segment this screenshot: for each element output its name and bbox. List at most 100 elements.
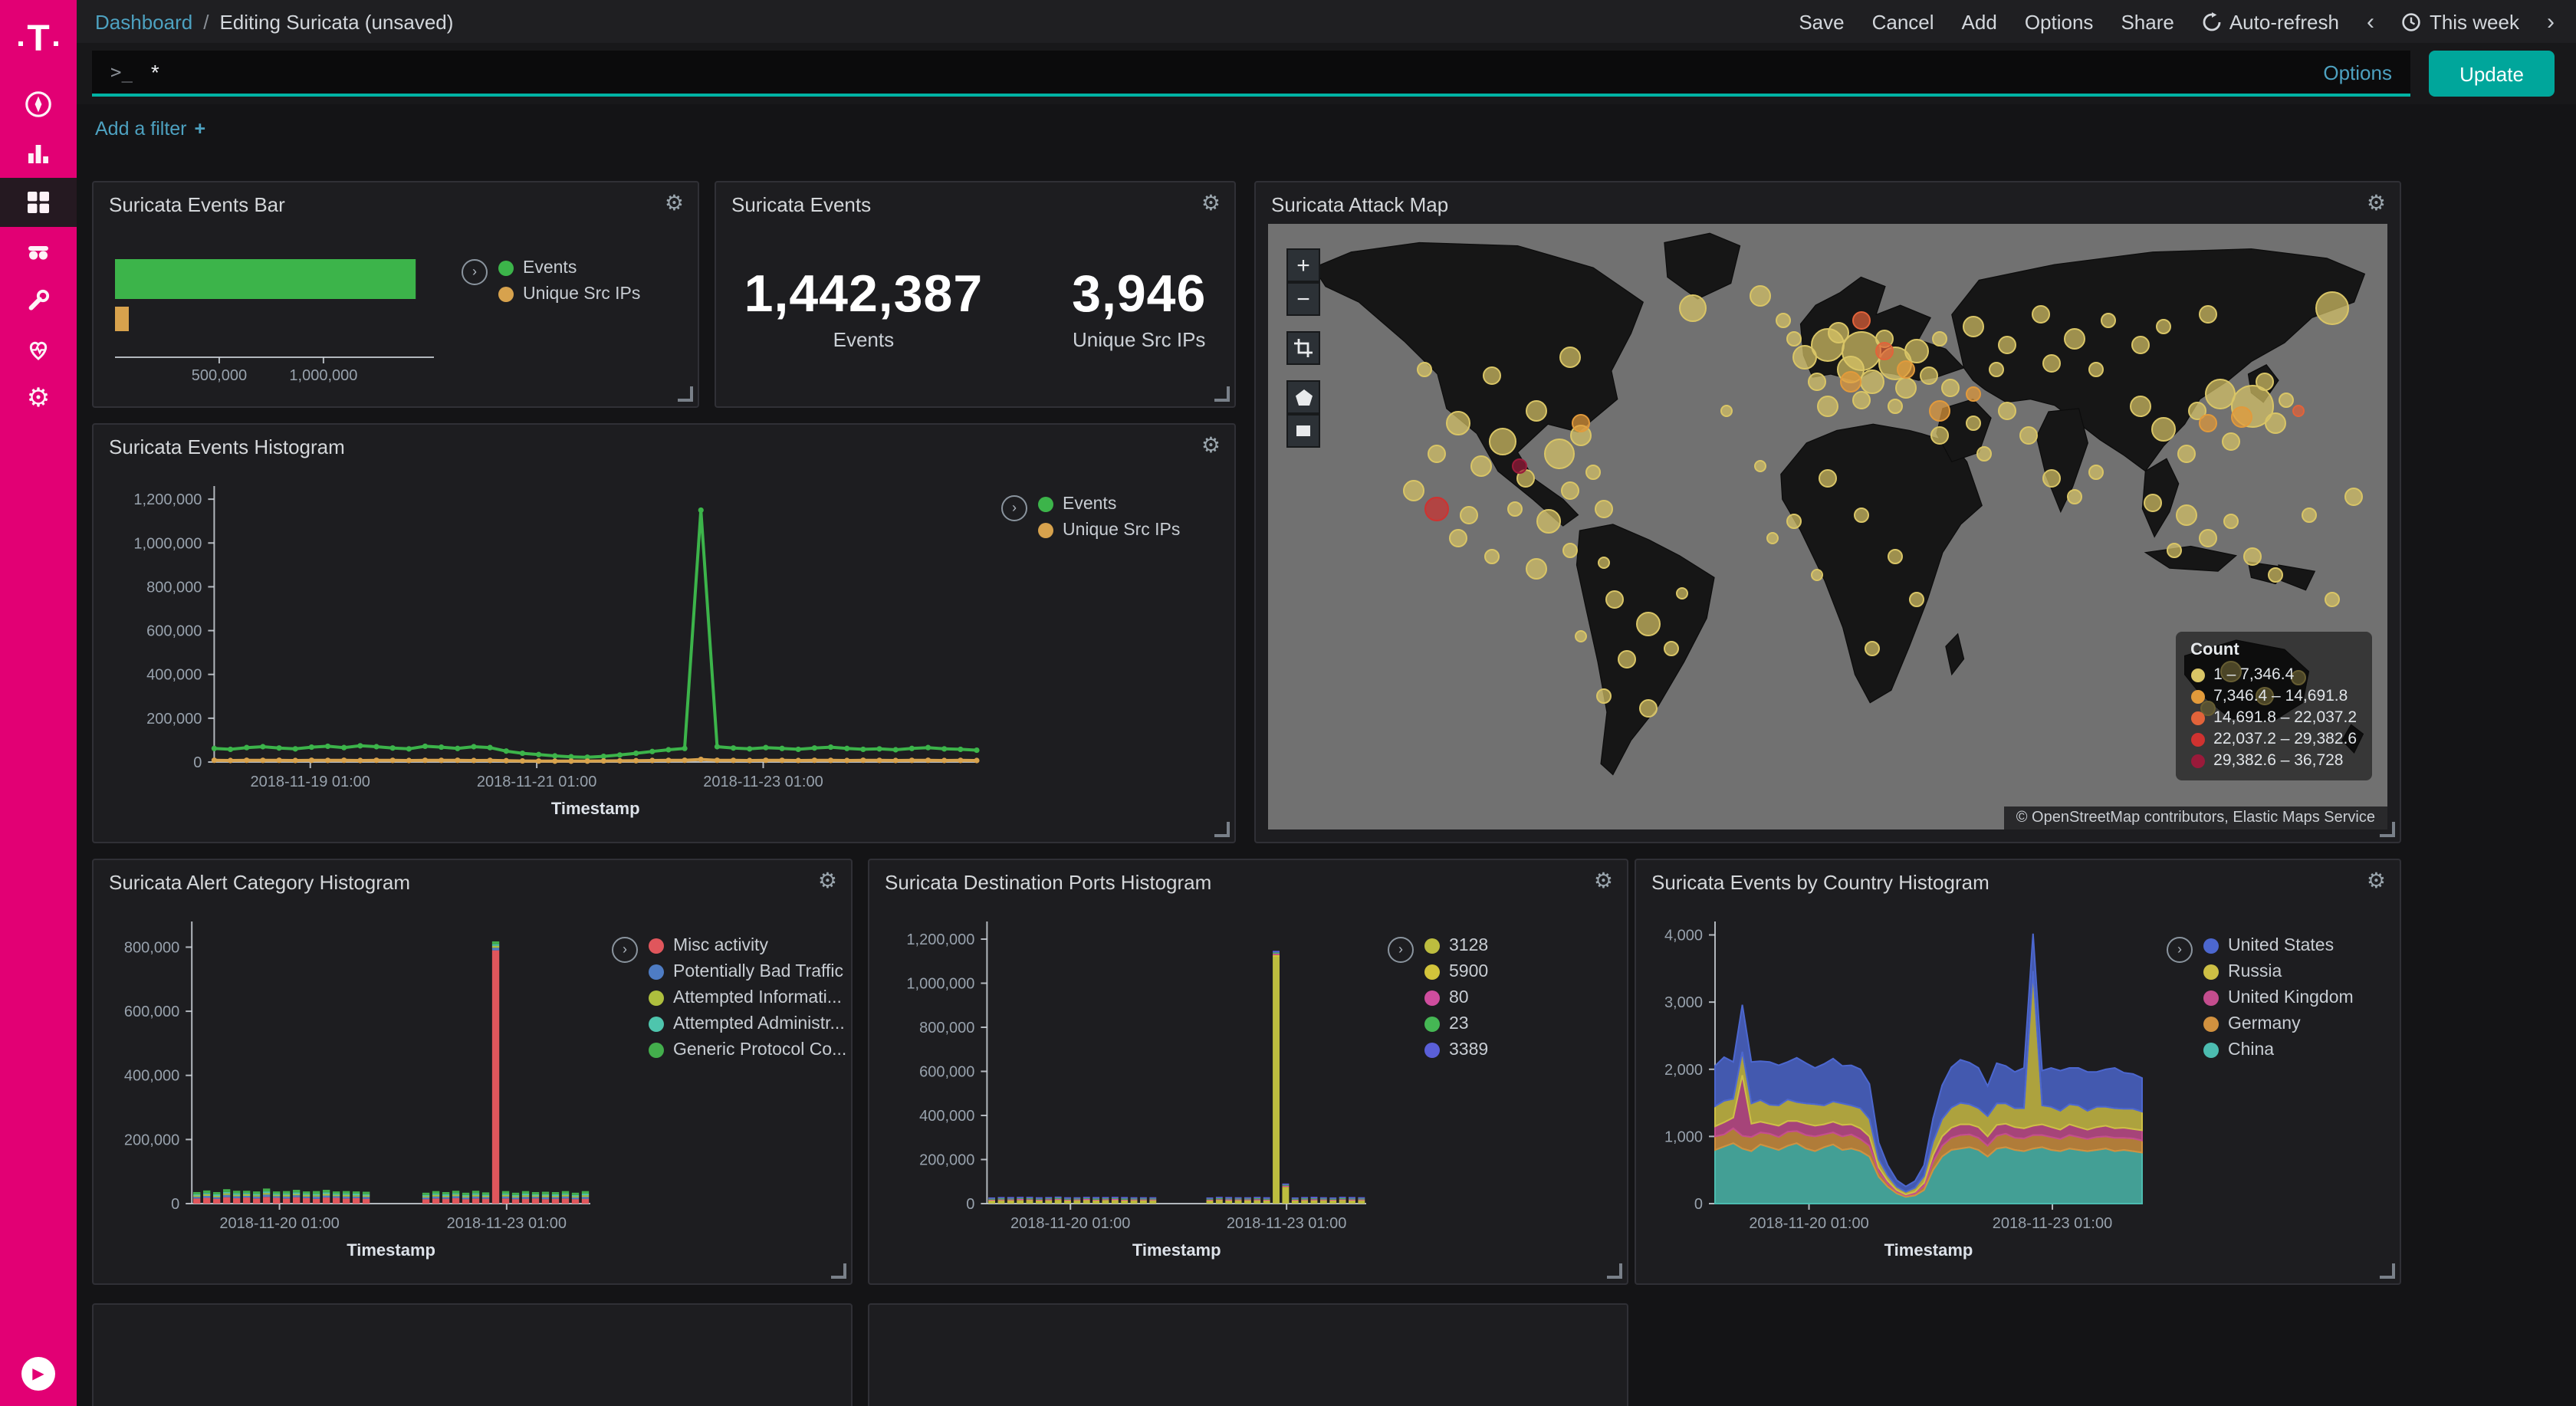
gear-icon[interactable]: ⚙ bbox=[818, 868, 837, 892]
world-map[interactable]: + − bbox=[1268, 224, 2387, 829]
map-dot bbox=[2255, 372, 2273, 390]
time-back-arrow[interactable]: ‹ bbox=[2367, 8, 2374, 34]
metric-value: 1,442,387 bbox=[744, 265, 984, 325]
legend-item[interactable]: 80 bbox=[1424, 989, 1488, 1007]
panel-title[interactable]: Suricata Events Bar bbox=[109, 193, 285, 216]
gear-icon[interactable]: ⚙ bbox=[665, 190, 684, 215]
resize-handle-icon[interactable] bbox=[1214, 386, 1230, 402]
legend-item[interactable]: United Kingdom bbox=[2203, 989, 2354, 1007]
update-button[interactable]: Update bbox=[2429, 51, 2555, 97]
add-filter-plus-icon[interactable]: + bbox=[195, 118, 206, 140]
legend-item[interactable]: Attempted Administr... bbox=[649, 1015, 846, 1033]
gear-icon[interactable]: ⚙ bbox=[1201, 190, 1221, 215]
legend-toggle-icon[interactable]: › bbox=[1001, 495, 1027, 521]
legend-item[interactable]: Unique Src IPs bbox=[1038, 521, 1180, 540]
legend-item[interactable]: Russia bbox=[2203, 963, 2354, 981]
time-range-picker[interactable]: This week bbox=[2402, 10, 2519, 33]
refresh-icon bbox=[2202, 11, 2222, 31]
map-dot bbox=[1403, 480, 1424, 501]
zoom-in-button[interactable]: + bbox=[1286, 248, 1320, 282]
map-legend-label: 22,037.2 – 29,382.6 bbox=[2213, 730, 2357, 748]
gear-icon[interactable]: ⚙ bbox=[2367, 868, 2386, 892]
sidebar-item-monitoring[interactable] bbox=[0, 325, 77, 374]
resize-handle-icon[interactable] bbox=[2380, 1263, 2395, 1279]
gear-icon[interactable]: ⚙ bbox=[2367, 190, 2386, 215]
sidebar-item-evebox[interactable] bbox=[0, 227, 77, 276]
legend-item[interactable]: Generic Protocol Co... bbox=[649, 1041, 846, 1059]
legend-item[interactable]: 3389 bbox=[1424, 1041, 1488, 1059]
map-legend-label: 7,346.4 – 14,691.8 bbox=[2213, 687, 2348, 705]
legend-item[interactable]: China bbox=[2203, 1041, 2354, 1059]
legend-item[interactable]: Potentially Bad Traffic bbox=[649, 963, 846, 981]
events-bar-chart: 500,0001,000,000 bbox=[103, 225, 458, 397]
sidebar-item-devtools[interactable] bbox=[0, 276, 77, 325]
svg-text:3,000: 3,000 bbox=[1664, 994, 1703, 1011]
panel-title[interactable]: Suricata Attack Map bbox=[1271, 193, 1448, 216]
legend-item[interactable]: United States bbox=[2203, 937, 2354, 955]
sidebar-item-management[interactable]: ⚙ bbox=[0, 374, 77, 423]
legend-toggle-icon[interactable]: › bbox=[2167, 937, 2193, 963]
svg-text:Timestamp: Timestamp bbox=[1132, 1240, 1221, 1260]
query-options-link[interactable]: Options bbox=[2323, 61, 2392, 84]
resize-handle-icon[interactable] bbox=[831, 1263, 846, 1279]
logo-letter: T bbox=[27, 18, 49, 61]
breadcrumb-dashboard-link[interactable]: Dashboard bbox=[95, 10, 192, 33]
panel-title[interactable]: Suricata Destination Ports Histogram bbox=[885, 871, 1211, 894]
zoom-out-button[interactable]: − bbox=[1286, 282, 1320, 316]
svg-text:1,000: 1,000 bbox=[1664, 1128, 1703, 1145]
legend-item[interactable]: Events bbox=[498, 259, 640, 278]
map-dot bbox=[1905, 339, 1930, 363]
panel-title[interactable]: Suricata Events bbox=[731, 193, 871, 216]
panel-title[interactable]: Suricata Events Histogram bbox=[109, 435, 345, 458]
legend-item[interactable]: Unique Src IPs bbox=[498, 285, 640, 304]
cancel-button[interactable]: Cancel bbox=[1872, 10, 1934, 33]
resize-handle-icon[interactable] bbox=[1214, 822, 1230, 837]
save-button[interactable]: Save bbox=[1799, 10, 1844, 33]
panel-title[interactable]: Suricata Events by Country Histogram bbox=[1651, 871, 1990, 894]
legend-item[interactable]: 23 bbox=[1424, 1015, 1488, 1033]
map-dot bbox=[2151, 418, 2176, 442]
legend-item[interactable]: 5900 bbox=[1424, 963, 1488, 981]
brand-logo[interactable]: T bbox=[0, 0, 77, 80]
add-button[interactable]: Add bbox=[1962, 10, 1997, 33]
map-dot bbox=[1930, 427, 1949, 445]
draw-rectangle-button[interactable] bbox=[1286, 414, 1320, 448]
draw-polygon-button[interactable] bbox=[1286, 380, 1320, 414]
query-text: * bbox=[151, 60, 159, 84]
sidebar-item-discover[interactable] bbox=[0, 80, 77, 129]
share-button[interactable]: Share bbox=[2121, 10, 2174, 33]
map-dot bbox=[1819, 469, 1837, 488]
legend-toggle-icon[interactable]: › bbox=[462, 259, 488, 285]
sidebar: T bbox=[0, 0, 77, 1406]
map-dot bbox=[1766, 533, 1778, 545]
legend-dot-icon bbox=[1424, 1017, 1440, 1032]
legend-item[interactable]: 3128 bbox=[1424, 937, 1488, 955]
legend-item[interactable]: Misc activity bbox=[649, 937, 846, 955]
fit-bounds-button[interactable] bbox=[1286, 331, 1320, 365]
legend-item[interactable]: Attempted Informati... bbox=[649, 989, 846, 1007]
options-button[interactable]: Options bbox=[2025, 10, 2094, 33]
panel-title[interactable]: Suricata Alert Category Histogram bbox=[109, 871, 410, 894]
map-attribution[interactable]: © OpenStreetMap contributors, Elastic Ma… bbox=[2004, 806, 2387, 829]
sidebar-collapse-button[interactable]: ▶ bbox=[0, 1357, 77, 1391]
panel-suricata-attack-map: Suricata Attack Map ⚙ bbox=[1254, 181, 2401, 843]
resize-handle-icon[interactable] bbox=[678, 386, 693, 402]
auto-refresh-button[interactable]: Auto-refresh bbox=[2202, 10, 2339, 33]
resize-handle-icon[interactable] bbox=[1607, 1263, 1622, 1279]
search-query-input[interactable]: >_ * Options bbox=[92, 51, 2410, 97]
legend-item[interactable]: Germany bbox=[2203, 1015, 2354, 1033]
time-forward-arrow[interactable]: › bbox=[2547, 8, 2555, 34]
map-dot bbox=[1544, 439, 1575, 469]
legend-item[interactable]: Events bbox=[1038, 495, 1180, 514]
legend-toggle-icon[interactable]: › bbox=[612, 937, 638, 963]
gear-icon[interactable]: ⚙ bbox=[1201, 432, 1221, 457]
metric-unique-src-ips: 3,946 Unique Src IPs bbox=[1072, 265, 1206, 351]
legend-toggle-icon[interactable]: › bbox=[1388, 937, 1414, 963]
sidebar-item-dashboard[interactable] bbox=[0, 178, 77, 227]
legend-dot-icon bbox=[498, 287, 514, 302]
metric-events: 1,442,387 Events bbox=[744, 265, 984, 351]
gear-icon[interactable]: ⚙ bbox=[1594, 868, 1613, 892]
sidebar-item-visualize[interactable] bbox=[0, 129, 77, 178]
add-filter-link[interactable]: Add a filter bbox=[95, 118, 187, 140]
map-dot bbox=[1460, 505, 1479, 524]
